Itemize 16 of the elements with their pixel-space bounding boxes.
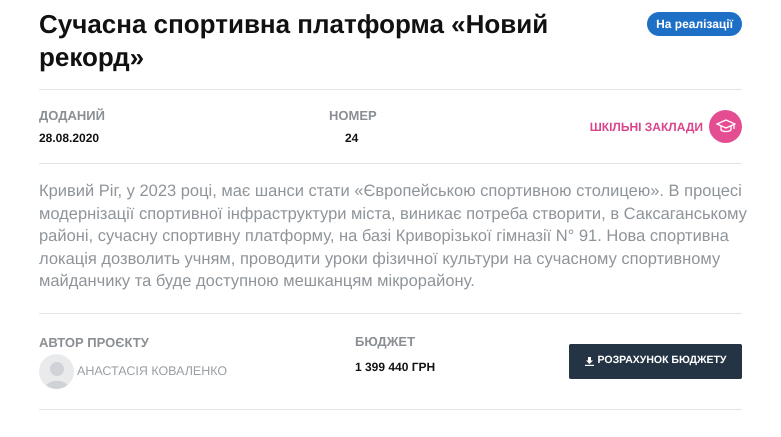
meta-label: НОМЕР	[329, 107, 377, 126]
project-description: Кривий Ріг, у 2023 році, має шанси стати «Європейською спортивною столицею». В процесі модернізації спортивної інфраструктури міста, виникає потреба створити, в Саксаганському районі, сучасну спортивну платформу, на базі Криворізької гімназії N° 91. Нова спортивна локація дозволить учням, проводити уроки фізичної культури на сучасному спортивному майданчику та буде доступною мешканцям мікрорайону.	[39, 181, 748, 292]
budget-value: 1 399 440 ГРН	[355, 358, 436, 376]
meta-label: ДОДАНИЙ	[39, 107, 106, 126]
meta-value: 24	[345, 130, 358, 147]
author-name: АНАСТАСІЯ КОВАЛЕНКО	[77, 363, 228, 380]
page-title: Сучасна спортивна платформа «Новий рекорд»	[39, 8, 550, 74]
category-link[interactable]: ШКІЛЬНІ ЗАКЛАДИ	[590, 118, 703, 136]
meta-value: 28.08.2020	[39, 130, 100, 147]
status-badge: На реалізації	[647, 12, 742, 36]
budget-download-button[interactable]: РОЗРАХУНОК БЮДЖЕТУ	[569, 344, 742, 378]
author-label: АВТОР ПРОЄКТУ	[39, 334, 150, 352]
download-icon	[584, 356, 594, 366]
avatar-icon	[39, 354, 74, 390]
graduation-cap-icon	[709, 110, 742, 143]
budget-label: БЮДЖЕТ	[355, 333, 416, 352]
